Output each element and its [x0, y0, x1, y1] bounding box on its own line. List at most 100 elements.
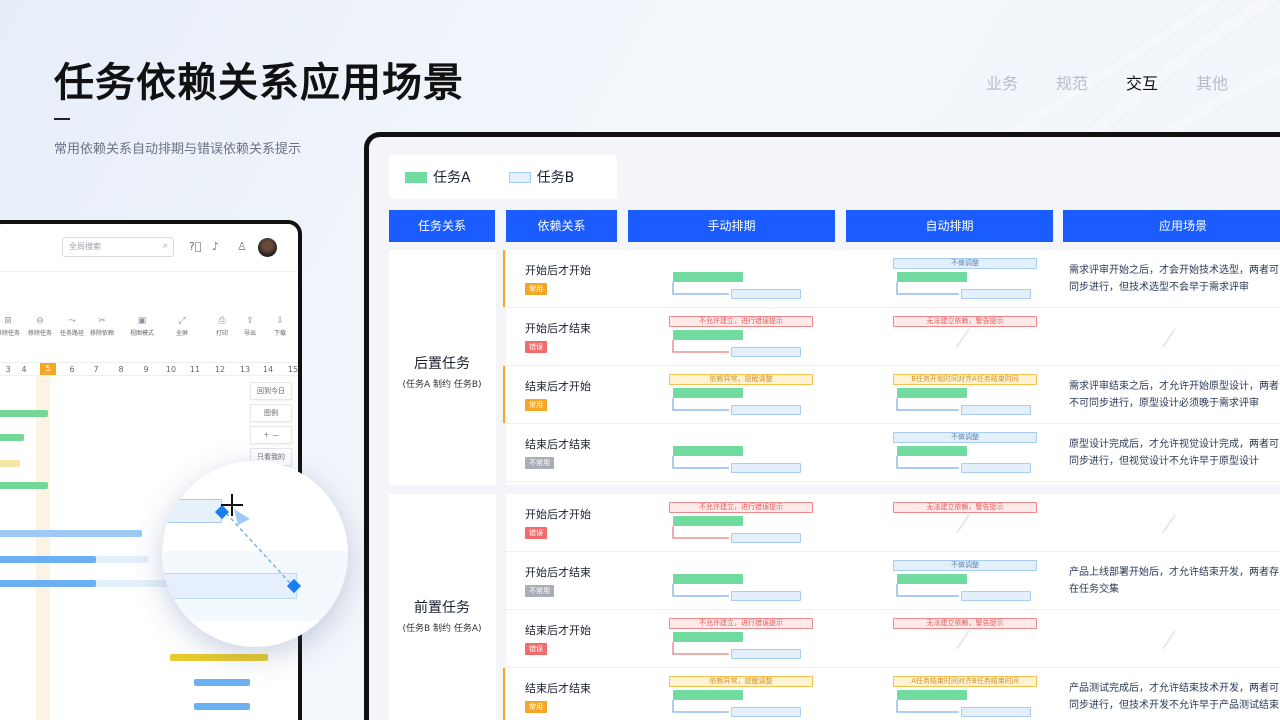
- not-applicable-mark: /: [1160, 326, 1177, 351]
- manual-label: 不允许建立，进行错误提示: [669, 502, 813, 513]
- task-a-bar: [673, 574, 743, 584]
- nav-other[interactable]: 其他: [1196, 70, 1228, 94]
- gantt-bar[interactable]: [0, 460, 20, 467]
- scenario-text: 产品测试完成后，才允许结束技术开发，两者可同步进行，但技术开发不允许早于产品测试…: [1069, 683, 1279, 711]
- user-icon[interactable]: ♙: [237, 240, 247, 253]
- dependency-row: 结束后才结束 不常用 不做调整 原型设计完成后，才允许视觉设计完成，两者可同步进行，但…: [503, 424, 1280, 482]
- task-a-bar: [673, 330, 743, 340]
- task-a-bar: [673, 272, 743, 282]
- task-a-bar-auto: [897, 574, 967, 584]
- header-manual: 手动排期: [628, 210, 835, 242]
- task-b-bar: [731, 289, 801, 299]
- task-a-bar: [673, 632, 743, 642]
- task-b-bar-auto: [961, 591, 1031, 601]
- timeline-day-header: 3 4 5 6 7 8 9 10 11 12 13 14 15: [0, 362, 298, 376]
- today-column: [36, 376, 50, 720]
- app-header: 全局搜索 ⌕ ?⃝ ♪ ♙: [0, 224, 298, 272]
- gantt-bar[interactable]: [194, 679, 250, 686]
- header-scenario: 应用场景: [1063, 210, 1280, 242]
- manual-label: 不允许建立，进行错误提示: [669, 316, 813, 327]
- toolbar-item[interactable]: ⎙ 打印: [208, 316, 236, 337]
- row-accent: [503, 308, 505, 365]
- toolbar-item[interactable]: ✂ 移除依赖: [88, 316, 116, 337]
- group-label: 前置任务 (任务B 制约 任务A): [402, 600, 482, 634]
- gantt-bar[interactable]: [0, 580, 96, 587]
- gantt-bar[interactable]: [0, 530, 142, 537]
- status-badge: 错误: [525, 341, 547, 353]
- task-b-bar: [731, 707, 801, 717]
- toolbar-item[interactable]: ⊞移除任务: [0, 316, 22, 337]
- gantt-bar[interactable]: [0, 434, 24, 441]
- task-b-bar-auto: [961, 405, 1031, 415]
- legend: 任务A 任务B: [389, 155, 617, 199]
- legend-task-a: 任务A: [405, 167, 471, 187]
- row-accent: [503, 424, 505, 481]
- drag-dependency-line: [214, 494, 302, 594]
- dependency-name: 结束后才开始: [525, 624, 591, 637]
- dependency-row: 结束后才开始 错误 不允许建立，进行错误提示 无法建立依赖，警告提示 / /: [503, 610, 1280, 668]
- title-divider: [54, 118, 70, 120]
- gantt-bar[interactable]: [0, 556, 96, 563]
- auto-label: 不做调整: [893, 258, 1037, 269]
- dependency-row: 开始后才开始 错误 不允许建立，进行错误提示 无法建立依赖，警告提示 / /: [503, 494, 1280, 552]
- header-dependency: 依赖关系: [506, 210, 617, 242]
- task-b-bar: [731, 533, 801, 543]
- help-icon[interactable]: ?⃝: [189, 240, 201, 253]
- task-b-bar: [731, 405, 801, 415]
- zoom-controls[interactable]: ＋ —: [250, 426, 292, 444]
- dependency-name: 开始后才结束: [525, 322, 591, 335]
- manual-label: 不允许建立，进行错误提示: [669, 618, 813, 629]
- status-badge: 常用: [525, 701, 547, 713]
- page-subtitle: 常用依赖关系自动排期与错误依赖关系提示: [54, 142, 302, 157]
- app-toolbar: ⊞移除任务 ⊖移除任务 ⤳任务路径 ✂移除依赖 ▣视图模式 ⤢全屏 ⎙打印 ⇪导…: [0, 316, 298, 344]
- toolbar-item[interactable]: ⤳ 任务路径: [58, 316, 86, 337]
- not-applicable-mark: /: [954, 512, 971, 537]
- toolbar-item[interactable]: ⇩ 下载: [266, 316, 294, 337]
- legend-button[interactable]: 图例: [250, 404, 292, 422]
- gantt-bar[interactable]: [170, 654, 268, 661]
- dependency-row: 开始后才开始 常用 不做调整 需求评审开始之后，才会开始技术选型，两者可同步进行，但技…: [503, 250, 1280, 308]
- row-accent: [503, 668, 505, 720]
- toolbar-item[interactable]: ⇪ 导出: [236, 316, 264, 337]
- dependency-name: 开始后才开始: [525, 508, 591, 521]
- auto-label: B任务开始时间对齐A任务结束时间: [893, 374, 1037, 385]
- bell-icon[interactable]: ♪: [212, 240, 219, 253]
- task-b-bar: [731, 591, 801, 601]
- gantt-bar[interactable]: [0, 482, 48, 489]
- magnifier-zoom: [162, 461, 348, 647]
- toolbar-item[interactable]: ▣ 视图模式: [128, 316, 156, 337]
- dependency-table-panel: 任务A 任务B 任务关系 依赖关系 手动排期 自动排期 应用场景 后置任务 (任务…: [364, 132, 1280, 720]
- dependency-row: 结束后才结束 常用 依赖异常，提醒调整 A任务结束时间对齐B任务结束时间 产品测试完成后…: [503, 668, 1280, 720]
- top-nav: 业务 规范 交互 其他: [986, 70, 1228, 94]
- gantt-bar[interactable]: [0, 410, 48, 417]
- global-search-input[interactable]: 全局搜索 ⌕: [62, 237, 174, 257]
- dependency-name: 结束后才结束: [525, 438, 591, 451]
- auto-label: A任务结束时间对齐B任务结束时间: [893, 676, 1037, 687]
- gantt-side-controls: 回到今日 图例 ＋ — 只看我的: [250, 382, 292, 470]
- task-a-bar-auto: [897, 446, 967, 456]
- back-to-today-button[interactable]: 回到今日: [250, 382, 292, 400]
- toolbar-item[interactable]: ⊖ 移除任务: [26, 316, 54, 337]
- nav-business[interactable]: 业务: [986, 70, 1018, 94]
- nav-spec[interactable]: 规范: [1056, 70, 1088, 94]
- dependency-connector: [672, 340, 729, 353]
- task-a-bar-auto: [897, 388, 967, 398]
- task-b-bar-auto: [961, 289, 1031, 299]
- row-accent: [503, 552, 505, 609]
- auto-label: 不做调整: [893, 432, 1037, 443]
- header-relation: 任务关系: [389, 210, 495, 242]
- status-badge: 错误: [525, 643, 547, 655]
- manual-label: 依赖异常，提醒调整: [669, 374, 813, 385]
- search-icon: ⌕: [162, 241, 168, 251]
- task-b-bar: [731, 649, 801, 659]
- dependency-row: 结束后才开始 常用 依赖异常，提醒调整 B任务开始时间对齐A任务结束时间 需求评审结束之…: [503, 366, 1280, 424]
- gantt-bar[interactable]: [194, 703, 250, 710]
- status-badge: 不常用: [525, 457, 554, 469]
- gantt-bar[interactable]: [96, 556, 148, 563]
- nav-interaction[interactable]: 交互: [1126, 70, 1158, 94]
- row-accent: [503, 250, 505, 307]
- status-badge: 常用: [525, 399, 547, 411]
- avatar[interactable]: [258, 238, 277, 257]
- row-accent: [503, 610, 505, 667]
- toolbar-item[interactable]: ⤢ 全屏: [168, 316, 196, 337]
